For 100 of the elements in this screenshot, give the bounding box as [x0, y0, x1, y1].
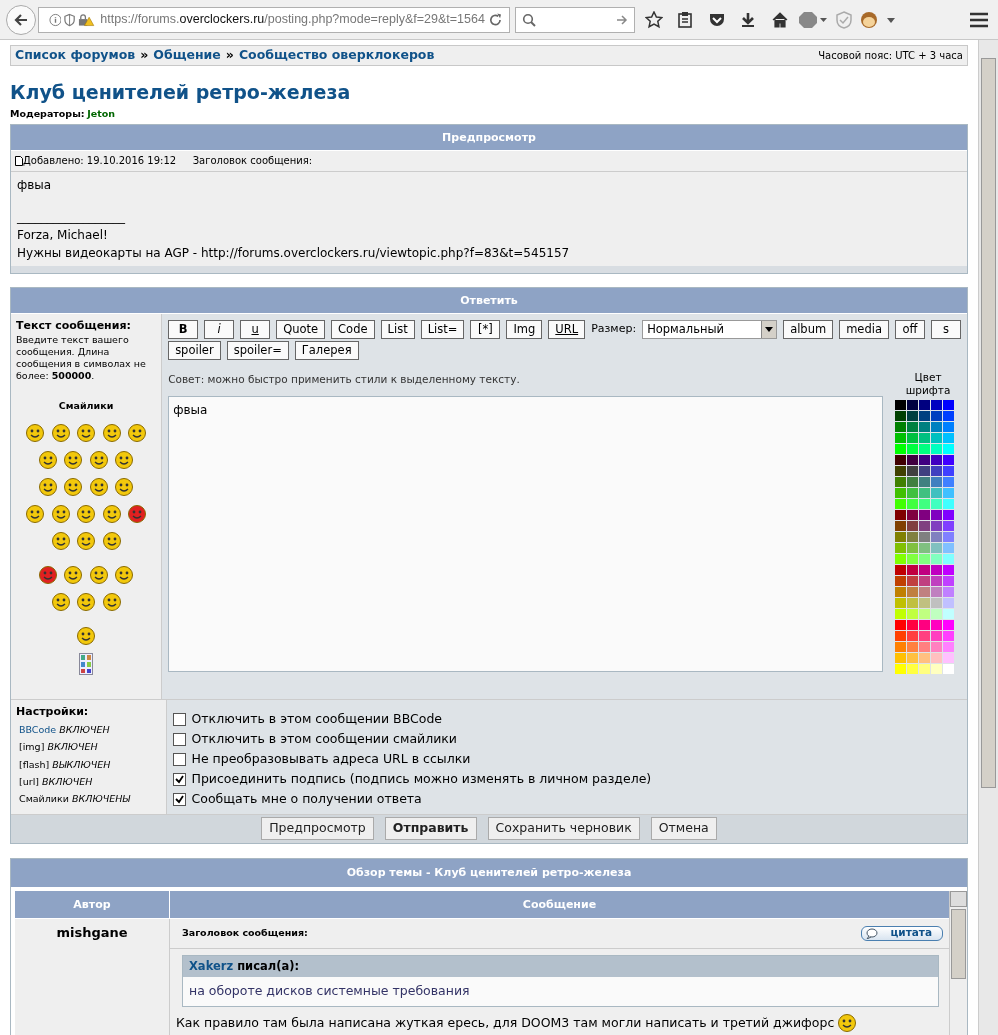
color-swatch[interactable]	[931, 597, 943, 608]
smiley-icon[interactable]	[50, 423, 71, 444]
color-swatch[interactable]	[931, 498, 943, 509]
format-button[interactable]: Img	[506, 319, 543, 339]
color-swatch[interactable]	[919, 443, 931, 454]
color-swatch[interactable]	[907, 641, 919, 652]
color-swatch[interactable]	[895, 421, 907, 432]
color-swatch[interactable]	[907, 542, 919, 553]
color-swatch[interactable]	[907, 509, 919, 520]
color-swatch[interactable]	[907, 421, 919, 432]
color-swatch[interactable]	[907, 432, 919, 443]
color-swatch[interactable]	[943, 410, 955, 421]
smiley-icon[interactable]	[63, 477, 84, 498]
color-swatch[interactable]	[907, 564, 919, 575]
smiley-icon[interactable]	[76, 423, 97, 444]
color-swatch[interactable]	[943, 641, 955, 652]
color-swatch[interactable]	[919, 575, 931, 586]
color-swatch[interactable]	[943, 630, 955, 641]
color-swatch[interactable]	[943, 487, 955, 498]
action-button[interactable]: Сохранить черновик	[487, 817, 640, 840]
color-swatch[interactable]	[931, 432, 943, 443]
color-swatch[interactable]	[931, 542, 943, 553]
more-smilies-icon[interactable]	[79, 653, 94, 676]
color-swatch[interactable]	[895, 575, 907, 586]
smiley-icon[interactable]	[114, 477, 135, 498]
color-swatch[interactable]	[907, 520, 919, 531]
smiley-icon[interactable]	[50, 504, 71, 525]
reload-icon[interactable]	[487, 11, 503, 28]
color-swatch[interactable]	[895, 520, 907, 531]
color-swatch[interactable]	[943, 454, 955, 465]
color-swatch[interactable]	[895, 630, 907, 641]
color-swatch[interactable]	[919, 553, 931, 564]
smiley-icon[interactable]	[63, 450, 84, 471]
color-swatch[interactable]	[943, 586, 955, 597]
color-swatch[interactable]	[943, 421, 955, 432]
color-swatch[interactable]	[919, 652, 931, 663]
color-swatch[interactable]	[943, 542, 955, 553]
color-swatch[interactable]	[907, 619, 919, 630]
smiley-icon[interactable]	[76, 531, 97, 552]
format-button[interactable]: album	[783, 319, 834, 339]
color-swatch[interactable]	[943, 575, 955, 586]
color-swatch[interactable]	[919, 399, 931, 410]
color-swatch[interactable]	[931, 586, 943, 597]
color-swatch[interactable]	[895, 432, 907, 443]
smiley-icon[interactable]	[50, 531, 71, 552]
color-swatch[interactable]	[943, 652, 955, 663]
color-swatch[interactable]	[907, 476, 919, 487]
color-swatch[interactable]	[943, 531, 955, 542]
smiley-icon[interactable]	[37, 477, 58, 498]
color-swatch[interactable]	[931, 641, 943, 652]
color-swatch[interactable]	[895, 465, 907, 476]
menu-icon[interactable]	[969, 11, 989, 28]
color-swatch[interactable]	[943, 520, 955, 531]
breadcrumb-link[interactable]: Список форумов	[15, 46, 136, 65]
color-swatch[interactable]	[919, 421, 931, 432]
submit-button[interactable]: Отправить	[384, 817, 477, 840]
color-swatch[interactable]	[907, 443, 919, 454]
color-swatch[interactable]	[907, 553, 919, 564]
color-swatch[interactable]	[943, 432, 955, 443]
color-swatch[interactable]	[931, 531, 943, 542]
star-icon[interactable]	[644, 10, 663, 29]
arrow-icon[interactable]	[616, 13, 628, 26]
message-input[interactable]: фвыа	[168, 396, 884, 673]
smiley-icon[interactable]	[88, 565, 109, 586]
color-swatch[interactable]	[931, 443, 943, 454]
color-swatch[interactable]	[895, 542, 907, 553]
color-swatch[interactable]	[895, 608, 907, 619]
smiley-icon[interactable]	[25, 423, 46, 444]
color-swatch[interactable]	[895, 641, 907, 652]
smiley-icon[interactable]	[101, 592, 122, 613]
smiley-icon[interactable]	[127, 504, 148, 525]
color-swatch[interactable]	[895, 399, 907, 410]
action-button[interactable]: Отмена	[650, 817, 717, 840]
format-button[interactable]: List	[380, 319, 415, 339]
quote-button[interactable]: цитата	[860, 925, 943, 941]
smiley-icon[interactable]	[114, 565, 135, 586]
color-swatch[interactable]	[895, 454, 907, 465]
checkbox[interactable]	[173, 753, 186, 766]
smiley-icon[interactable]	[127, 423, 148, 444]
smiley-icon[interactable]	[25, 504, 46, 525]
color-swatch[interactable]	[919, 509, 931, 520]
color-swatch[interactable]	[919, 564, 931, 575]
color-swatch[interactable]	[943, 476, 955, 487]
color-swatch[interactable]	[907, 399, 919, 410]
color-swatch[interactable]	[919, 608, 931, 619]
color-swatch[interactable]	[931, 575, 943, 586]
color-swatch[interactable]	[919, 476, 931, 487]
format-button[interactable]: [*]	[470, 319, 501, 339]
breadcrumb-link[interactable]: Общение	[153, 46, 221, 65]
color-swatch[interactable]	[943, 608, 955, 619]
color-swatch[interactable]	[895, 487, 907, 498]
color-swatch[interactable]	[895, 619, 907, 630]
color-swatch[interactable]	[931, 564, 943, 575]
color-swatch[interactable]	[931, 553, 943, 564]
checkbox[interactable]	[173, 713, 186, 726]
color-swatch[interactable]	[907, 663, 919, 674]
color-swatch[interactable]	[907, 652, 919, 663]
color-swatch[interactable]	[943, 465, 955, 476]
smiley-icon[interactable]	[63, 565, 84, 586]
color-swatch[interactable]	[943, 553, 955, 564]
